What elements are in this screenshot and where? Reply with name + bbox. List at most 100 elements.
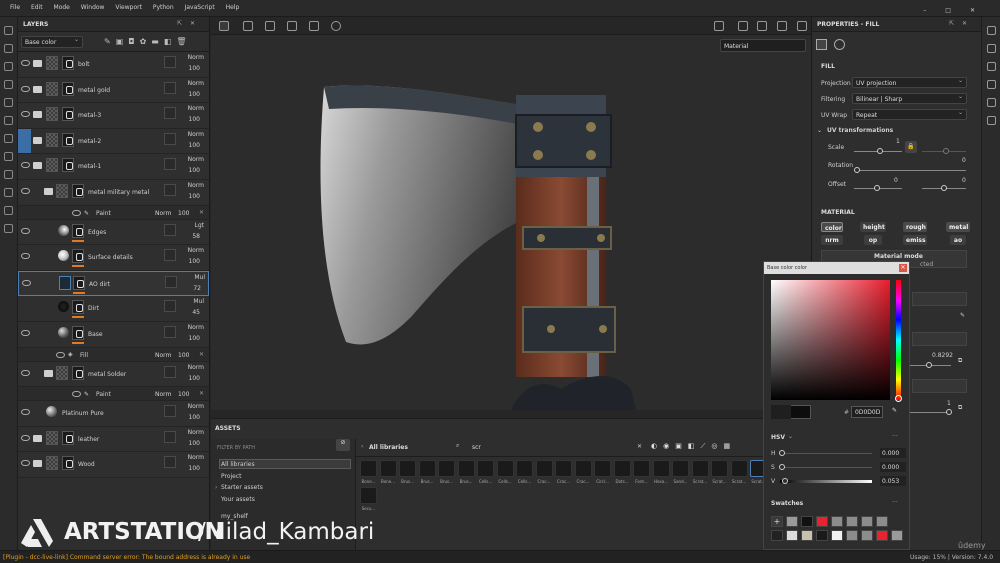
layer-opacity[interactable]: 100 xyxy=(184,335,200,342)
blend-mode[interactable]: Norm xyxy=(155,391,171,398)
add-effect-icon[interactable]: ✎ xyxy=(104,37,116,46)
render-mode-icon[interactable] xyxy=(738,21,748,31)
blend-mode[interactable]: Norm xyxy=(184,131,204,138)
texture-sets-icon[interactable] xyxy=(986,44,996,53)
color-swatch[interactable] xyxy=(846,516,858,527)
log-icon[interactable] xyxy=(986,116,996,125)
channel-rough[interactable]: rough xyxy=(903,222,927,232)
layer-opacity[interactable]: 100 xyxy=(184,193,200,200)
panel-close-icon[interactable]: ✕ xyxy=(962,20,975,27)
blend-mode[interactable]: Norm xyxy=(184,454,204,461)
layer-mask-toggle[interactable] xyxy=(164,430,176,443)
scale-knob-2[interactable] xyxy=(943,148,949,154)
layer-mask-toggle[interactable] xyxy=(164,325,176,338)
color-swatch[interactable] xyxy=(891,530,903,541)
geometry-fill-icon[interactable] xyxy=(4,80,13,89)
material-tab-icon[interactable] xyxy=(834,39,845,50)
asset-tile[interactable] xyxy=(594,460,611,477)
layer-opacity[interactable]: 72 xyxy=(185,285,201,292)
layer-row[interactable]: bolt Norm 100 xyxy=(18,52,209,78)
effect-opacity[interactable]: 100 xyxy=(178,210,189,217)
projection-select[interactable]: UV projection xyxy=(852,77,967,88)
channel-ao[interactable]: ao xyxy=(950,235,966,245)
layer-row[interactable]: metal-2 Norm 100 xyxy=(18,128,209,155)
layer-row[interactable]: Surface details Norm 100 xyxy=(18,245,209,271)
s-knob[interactable] xyxy=(779,464,785,470)
menu-mode[interactable]: Mode xyxy=(54,4,70,11)
effect-row[interactable]: ✎ Paint Norm 100 ✕ xyxy=(18,205,209,220)
blend-mode[interactable]: Mul xyxy=(185,274,205,281)
menu-javascript[interactable]: JavaScript xyxy=(185,4,215,11)
layer-row[interactable]: Wood Norm 100 xyxy=(18,452,209,478)
visibility-eye-icon[interactable] xyxy=(21,460,30,467)
asset-tile[interactable] xyxy=(672,460,689,477)
layer-opacity[interactable]: 100 xyxy=(184,414,200,421)
layer-opacity[interactable]: 58 xyxy=(184,233,200,240)
blend-mode[interactable]: Norm xyxy=(184,80,204,87)
filter-materials-icon[interactable]: ◐ xyxy=(651,442,663,450)
add-mask-icon[interactable]: ▣ xyxy=(116,37,129,46)
visibility-eye-icon[interactable] xyxy=(21,227,30,234)
lock-icon[interactable]: 🔒 xyxy=(905,141,917,153)
asset-tile[interactable] xyxy=(360,460,377,477)
menu-window[interactable]: Window xyxy=(81,4,105,11)
add-layer-icon[interactable]: ◧ xyxy=(164,37,177,46)
visibility-eye-icon[interactable] xyxy=(21,329,30,336)
channel-metal[interactable]: metal xyxy=(946,222,970,232)
asset-tile[interactable] xyxy=(399,460,416,477)
color-swatch[interactable] xyxy=(771,530,783,541)
param-field-2[interactable] xyxy=(912,379,967,393)
layer-row[interactable]: Edges Lgt 58 xyxy=(18,219,209,246)
channel-select[interactable]: Base color xyxy=(21,36,83,48)
move-icon[interactable] xyxy=(265,21,275,31)
blend-mode[interactable]: Norm xyxy=(184,364,204,371)
color-picker-titlebar[interactable]: Base color color ✕ xyxy=(764,262,909,274)
visibility-eye-icon[interactable] xyxy=(21,409,30,416)
layer-mask-toggle[interactable] xyxy=(164,456,176,469)
tree-item-project[interactable]: Project xyxy=(221,473,242,480)
layer-mask-toggle[interactable] xyxy=(164,249,176,262)
blend-mode[interactable]: Norm xyxy=(184,156,204,163)
hue-slider[interactable] xyxy=(896,280,901,400)
layer-opacity[interactable]: 100 xyxy=(184,142,200,149)
visibility-eye-icon[interactable] xyxy=(21,111,30,118)
layer-mask-toggle[interactable] xyxy=(164,158,176,171)
add-paint-icon[interactable]: ✿ xyxy=(140,37,152,46)
color-swatch[interactable] xyxy=(831,530,843,541)
asset-tile[interactable] xyxy=(516,460,533,477)
remove-effect-icon[interactable]: ✕ xyxy=(199,209,204,216)
channel-emiss[interactable]: emiss xyxy=(903,235,927,245)
visibility-eye-icon[interactable] xyxy=(21,434,30,441)
blend-mode[interactable]: Norm xyxy=(184,429,204,436)
undock-icon[interactable]: ⇱ xyxy=(177,20,190,27)
asset-tile[interactable] xyxy=(574,460,592,477)
layer-row-selected[interactable]: AO dirt Mul 72 xyxy=(18,270,209,297)
asset-tile[interactable] xyxy=(613,460,631,477)
color-swatch[interactable] xyxy=(786,530,798,541)
close-icon[interactable]: ✕ xyxy=(899,264,907,272)
filter-all-icon[interactable]: ◎ xyxy=(711,442,723,450)
visibility-eye-icon[interactable] xyxy=(72,209,81,216)
s-input[interactable]: 0.000 xyxy=(880,462,906,472)
remove-effect-icon[interactable]: ✕ xyxy=(199,351,204,358)
menu-python[interactable]: Python xyxy=(153,4,174,11)
tree-item-your-assets[interactable]: Your assets xyxy=(221,496,255,503)
asset-tile[interactable] xyxy=(457,460,475,477)
layer-row[interactable]: metal military metal Norm 100 xyxy=(18,179,209,206)
v-knob[interactable] xyxy=(782,478,788,484)
quad-view-icon[interactable] xyxy=(243,21,253,31)
panel-close-icon[interactable]: ✕ xyxy=(190,20,203,27)
h-input[interactable]: 0.000 xyxy=(880,448,906,458)
color-swatch[interactable] xyxy=(861,530,873,541)
color-swatch[interactable] xyxy=(816,530,828,541)
param-slider-b[interactable] xyxy=(907,412,951,413)
minimize-icon[interactable]: – xyxy=(923,7,936,14)
asset-tile[interactable] xyxy=(360,487,377,504)
link-icon[interactable]: ⧉ xyxy=(958,404,962,412)
color-swatch[interactable] xyxy=(786,516,798,527)
layer-opacity[interactable]: 100 xyxy=(184,116,200,123)
smudge-icon[interactable] xyxy=(4,98,13,107)
layer-mask-toggle[interactable] xyxy=(164,300,176,313)
picker-icon[interactable] xyxy=(4,134,13,143)
uvwrap-select[interactable]: Repeat xyxy=(852,109,967,120)
